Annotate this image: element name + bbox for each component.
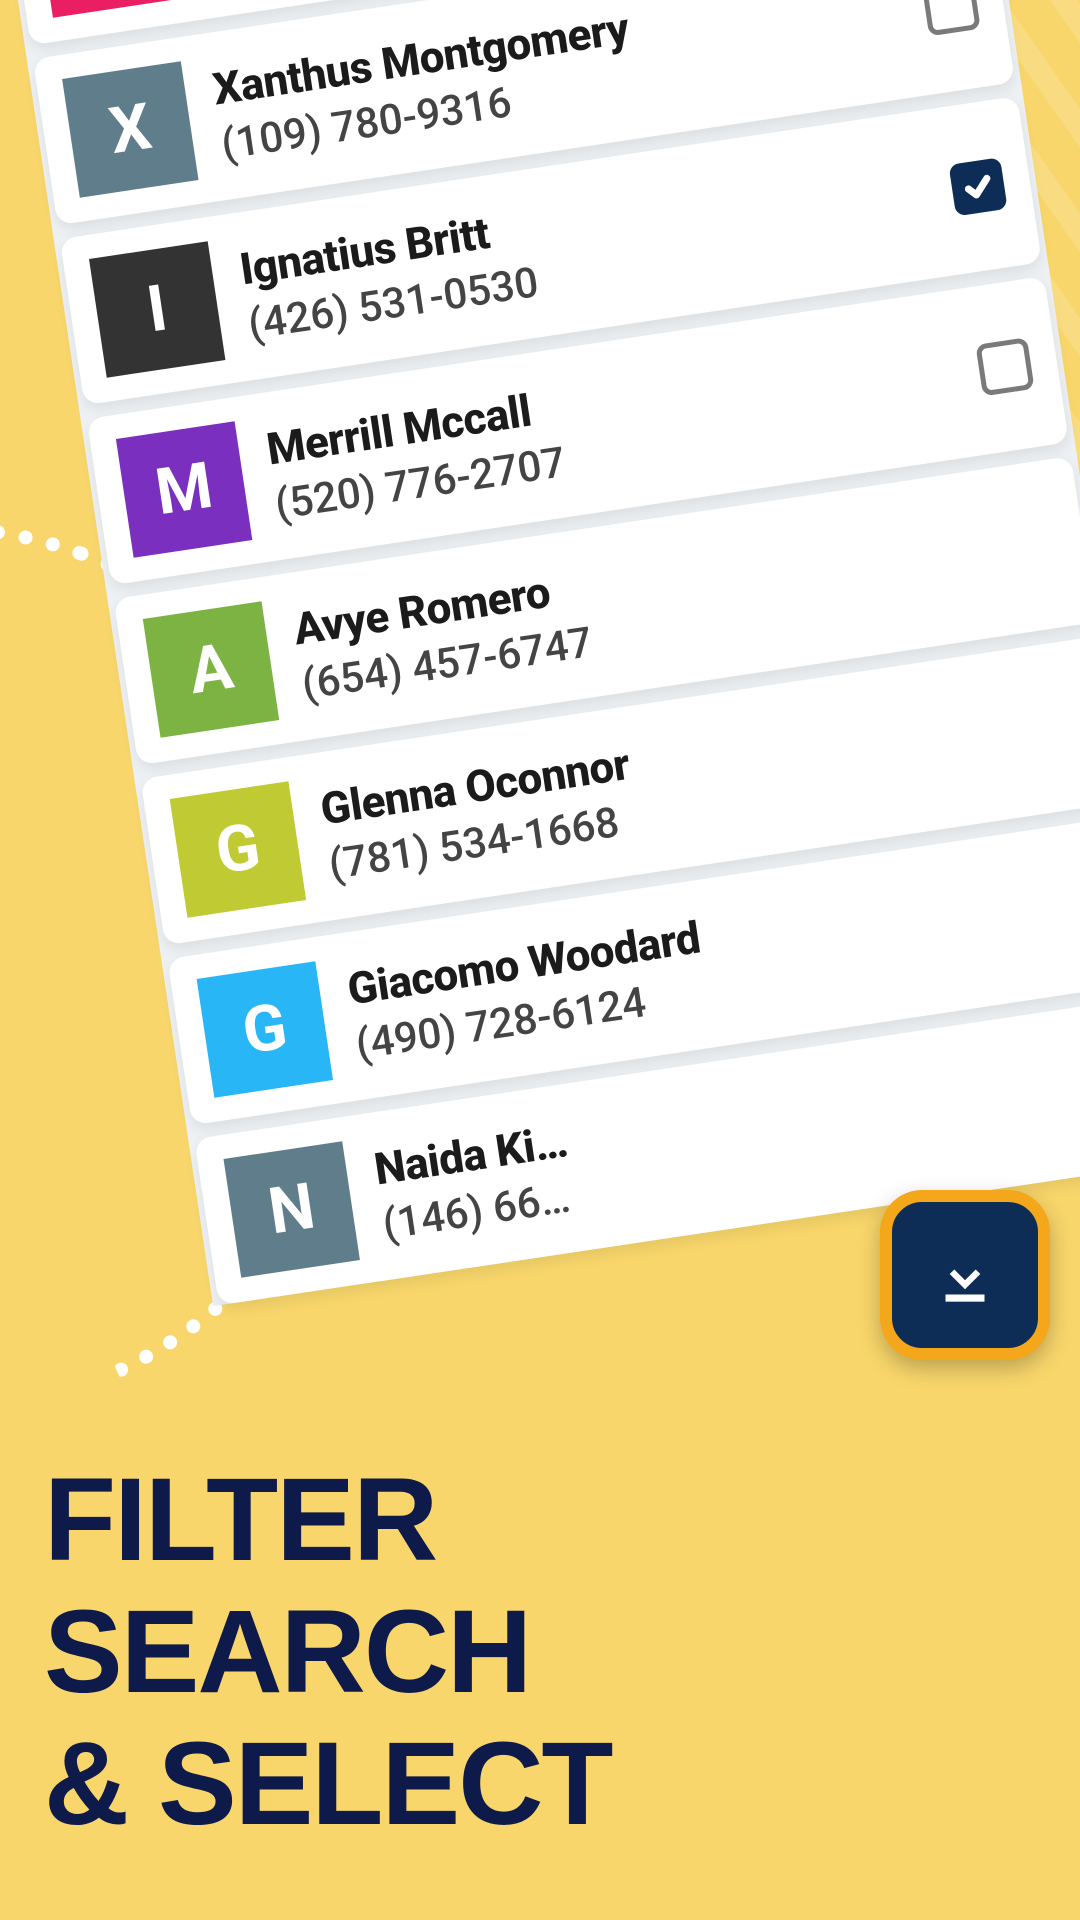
contact-avatar: I bbox=[89, 241, 225, 377]
download-fab[interactable] bbox=[880, 1190, 1050, 1360]
checkbox-unchecked[interactable] bbox=[975, 337, 1034, 396]
contact-list-panel: Phoebe Ing…(993) 907-1923XXanthus Montgo… bbox=[0, 0, 1080, 1306]
promo-headline: Filter Search & Select bbox=[44, 1454, 612, 1850]
headline-line-2: Search bbox=[44, 1586, 612, 1718]
contact-list: Phoebe Ing…(993) 907-1923XXanthus Montgo… bbox=[0, 0, 1080, 1306]
download-icon bbox=[926, 1236, 1004, 1314]
contact-avatar bbox=[35, 0, 171, 18]
contact-avatar: N bbox=[224, 1141, 360, 1277]
contact-avatar: M bbox=[116, 421, 252, 557]
checkbox-unchecked[interactable] bbox=[922, 0, 981, 36]
checkbox-checked[interactable] bbox=[949, 157, 1008, 216]
headline-line-3: & Select bbox=[44, 1718, 612, 1850]
contact-avatar: G bbox=[170, 781, 306, 917]
headline-line-1: Filter bbox=[44, 1454, 612, 1586]
contact-avatar: G bbox=[197, 961, 333, 1097]
contact-avatar: A bbox=[143, 601, 279, 737]
contact-avatar: X bbox=[62, 61, 198, 197]
check-icon bbox=[959, 167, 998, 206]
